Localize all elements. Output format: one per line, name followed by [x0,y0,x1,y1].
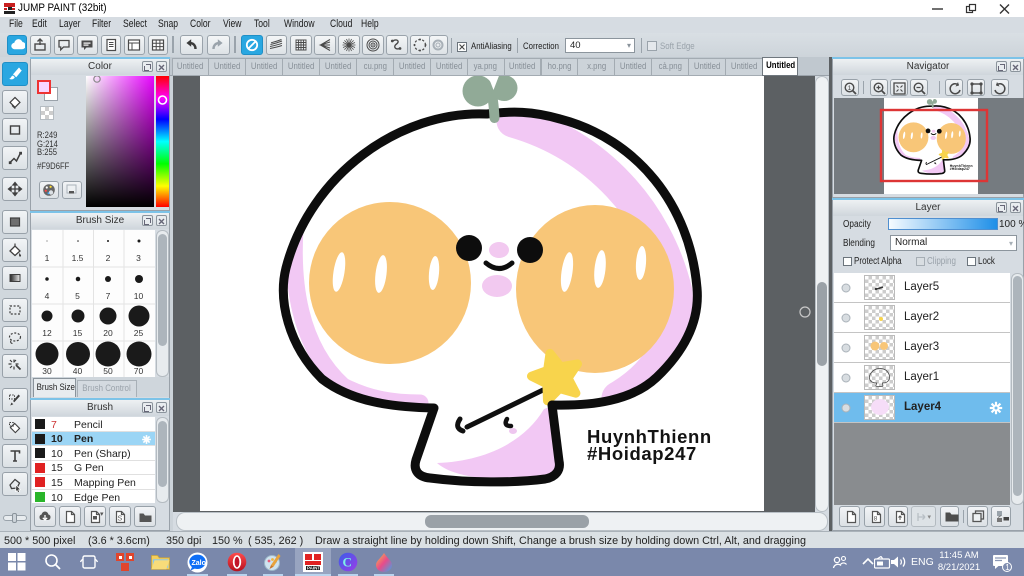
svg-text:C: C [343,555,352,570]
svg-text:1: 1 [1005,563,1010,572]
svg-text:S: S [118,516,123,523]
svg-text:8: 8 [874,516,878,523]
svg-text:#Hoidap247: #Hoidap247 [587,443,697,464]
svg-text:PAINT: PAINT [307,566,320,571]
svg-text:Zalo: Zalo [192,560,206,567]
svg-text:1: 1 [848,85,852,92]
